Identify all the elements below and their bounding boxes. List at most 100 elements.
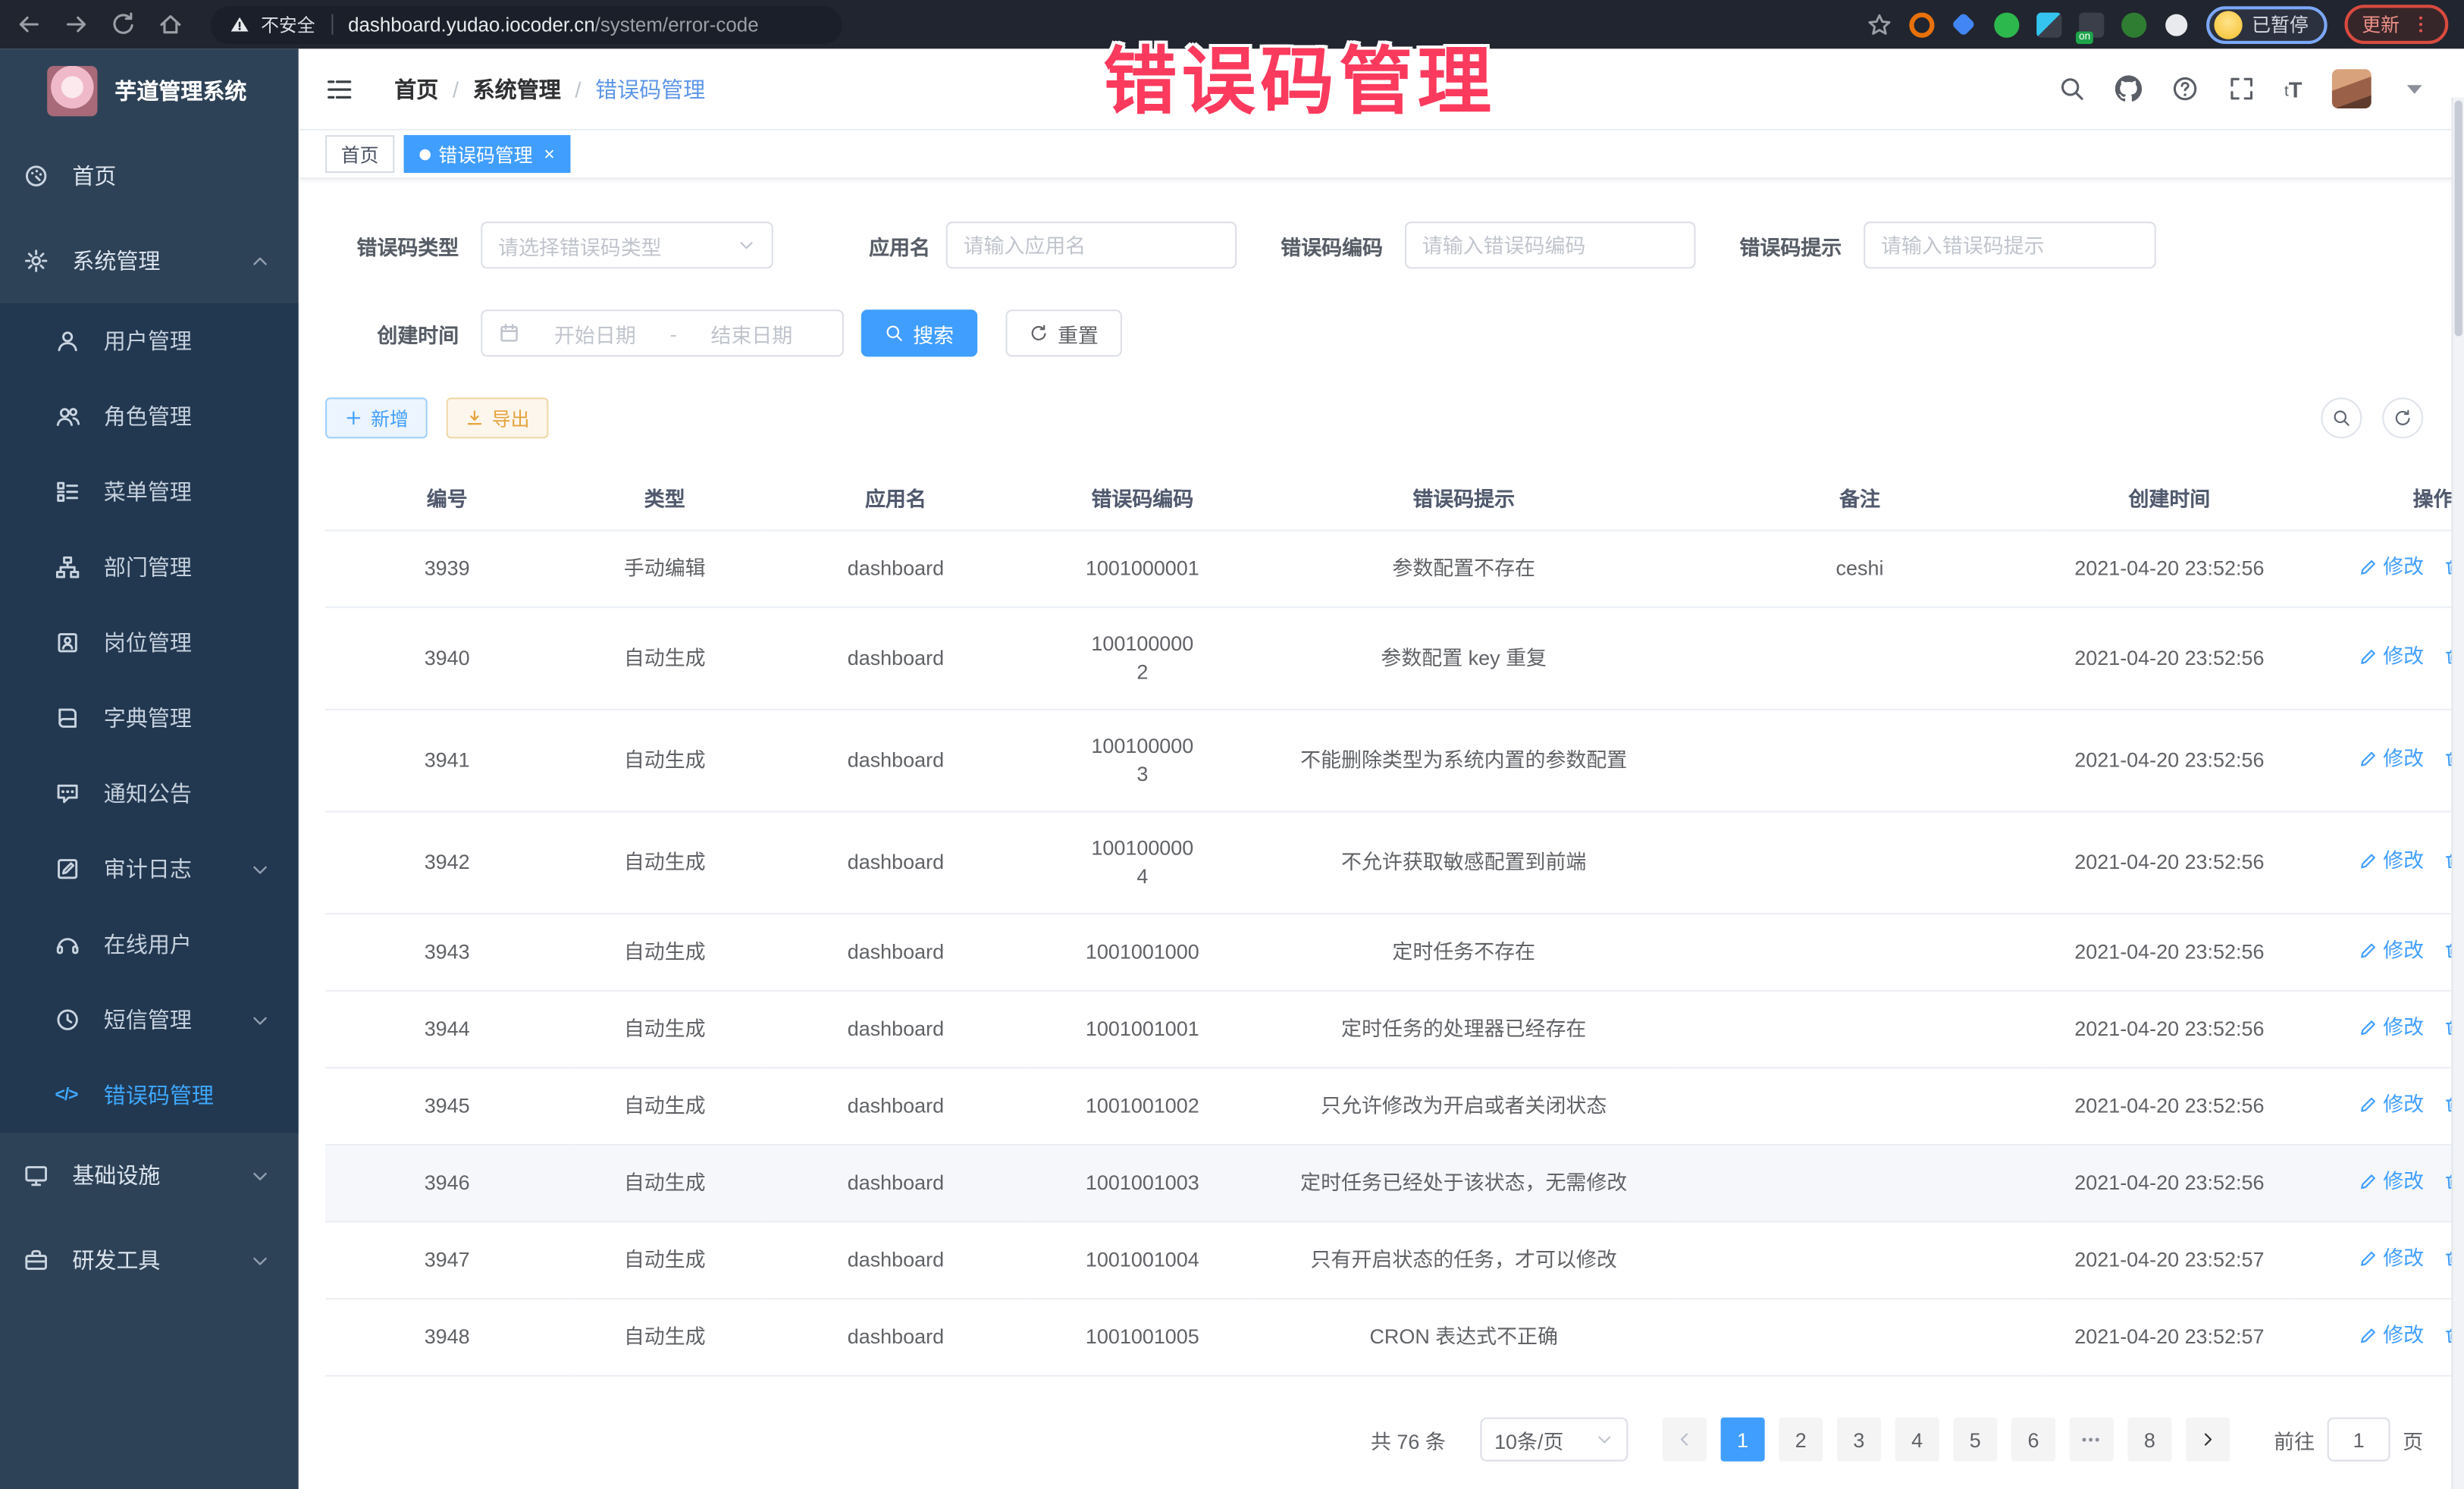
hamburger-icon[interactable] [325,74,353,102]
error-code-label: 错误码编码 [1281,230,1383,260]
sidebar-item-系统管理[interactable]: 系统管理 [0,218,299,303]
column-header: 操作 [2293,463,2464,530]
edit-link[interactable]: 修改 [2359,1014,2424,1042]
page-button-1[interactable]: 1 [1721,1418,1765,1462]
breadcrumb-item[interactable]: 首页 [394,73,438,104]
sidebar-item-岗位管理[interactable]: 岗位管理 [0,605,299,680]
edit-link[interactable]: 修改 [2359,1168,2424,1196]
sidebar-item-审计日志[interactable]: 审计日志 [0,831,299,906]
edit-link[interactable]: 修改 [2359,553,2424,581]
sidebar-item-角色管理[interactable]: 角色管理 [0,379,299,454]
extension-icon[interactable] [1909,12,1934,37]
error-type-select[interactable]: 请选择错误码类型 [481,221,773,268]
total-count: 共 76 条 [1371,1425,1446,1454]
table-cell: 定时任务的处理器已经存在 [1254,991,1673,1068]
fullscreen-icon[interactable] [2227,75,2254,102]
sidebar-item-菜单管理[interactable]: 菜单管理 [0,454,299,529]
page-button-3[interactable]: 3 [1837,1418,1881,1462]
search-button[interactable]: 搜索 [861,309,977,356]
chevron-down-icon [737,236,756,255]
edit-link[interactable]: 修改 [2359,1245,2424,1273]
extension-icon[interactable] [2036,12,2061,37]
table-cell: 2021-04-20 23:52:56 [2046,812,2293,914]
update-button[interactable]: 更新 [2344,5,2448,44]
help-icon[interactable] [2171,75,2198,102]
github-icon[interactable] [2114,75,2141,102]
profile-button[interactable]: 已暂停 [2206,5,2328,43]
date-range-picker[interactable]: 开始日期 - 结束日期 [481,309,844,356]
main-area: 首页 / 系统管理 / 错误码管理 tT 首页错误码管理× [299,49,2464,1489]
page-button-2[interactable]: 2 [1779,1418,1823,1462]
table-row: 3945自动生成dashboard1001001002只允许修改为开启或者关闭状… [325,1067,2464,1145]
pencil-icon [2359,942,2378,961]
back-icon[interactable] [16,11,42,38]
home-icon[interactable] [157,11,183,38]
table-cell [1673,710,2045,812]
sidebar-item-部门管理[interactable]: 部门管理 [0,529,299,604]
sidebar-item-错误码管理[interactable]: </>错误码管理 [0,1058,299,1133]
table-cell: 2021-04-20 23:52:56 [2046,991,2293,1068]
bookmark-star-icon[interactable] [1867,12,1892,37]
edit-link[interactable]: 修改 [2359,643,2424,671]
page-button-4[interactable]: 4 [1895,1418,1939,1462]
table-cell: 自动生成 [569,1222,760,1299]
sidebar-item-在线用户[interactable]: 在线用户 [0,907,299,982]
sidebar-item-用户管理[interactable]: 用户管理 [0,303,299,378]
extension-icon[interactable] [1994,12,2019,37]
prev-page-button[interactable] [1663,1418,1707,1462]
page-button-8[interactable]: 8 [2127,1418,2171,1462]
tab-错误码管理[interactable]: 错误码管理× [404,135,571,173]
dots-vertical-icon[interactable] [2411,14,2431,35]
app-logo[interactable]: 芋道管理系统 [0,49,299,133]
browser-chrome: 不安全 dashboard.yudao.iocoder.cn/system/er… [0,0,2464,49]
book-icon [55,706,80,731]
edit-link[interactable]: 修改 [2359,847,2424,875]
next-page-button[interactable] [2186,1418,2230,1462]
online-icon [55,932,80,957]
search-icon[interactable] [2058,75,2085,102]
page-size-select[interactable]: 10条/页 [1480,1418,1628,1462]
table-cell: 1001001005 [1031,1299,1254,1376]
pager-ellipsis[interactable]: ••• [2070,1418,2114,1462]
sidebar-item-通知公告[interactable]: 通知公告 [0,756,299,831]
search-icon [2332,409,2351,428]
add-button[interactable]: 新增 [325,397,428,438]
reload-icon[interactable] [110,11,136,38]
sidebar-item-label: 部门管理 [104,552,192,583]
edit-link[interactable]: 修改 [2359,1090,2424,1118]
edit-link[interactable]: 修改 [2359,1321,2424,1350]
scrollbar-thumb[interactable] [2455,101,2462,337]
user-avatar[interactable] [2332,69,2372,108]
page-button-5[interactable]: 5 [1953,1418,1997,1462]
sidebar-item-字典管理[interactable]: 字典管理 [0,680,299,755]
font-size-icon[interactable]: tT [2284,78,2303,100]
caret-down-icon[interactable] [2401,75,2428,102]
reset-button[interactable]: 重置 [1006,309,1122,356]
sidebar-item-短信管理[interactable]: 短信管理 [0,982,299,1057]
edit-link[interactable]: 修改 [2359,744,2424,773]
error-msg-input[interactable] [1864,221,2156,268]
sidebar-item-首页[interactable]: 首页 [0,133,299,218]
error-code-input[interactable] [1405,221,1695,268]
address-bar[interactable]: 不安全 dashboard.yudao.iocoder.cn/system/er… [211,5,842,43]
tab-首页[interactable]: 首页 [325,135,394,173]
table-cell: 自动生成 [569,607,760,710]
forward-icon[interactable] [63,11,89,38]
page-scrollbar[interactable] [2451,98,2464,1489]
breadcrumb-item[interactable]: 系统管理 [473,73,561,104]
goto-page-input[interactable] [2328,1418,2390,1462]
extension-icon[interactable] [1951,12,1977,37]
refresh-table-button[interactable] [2382,397,2423,438]
close-icon[interactable]: × [544,143,555,165]
toggle-search-button[interactable] [2321,397,2362,438]
extension-icon[interactable] [2121,12,2146,37]
table-cell: 定时任务已经处于该状态，无需修改 [1254,1145,1673,1222]
app-name-input[interactable] [946,221,1237,268]
extension-icon[interactable]: on [2079,12,2104,37]
sidebar-item-研发工具[interactable]: 研发工具 [0,1218,299,1302]
export-button[interactable]: 导出 [447,397,549,438]
page-button-6[interactable]: 6 [2011,1418,2055,1462]
puzzle-extensions-icon[interactable] [2165,14,2187,36]
edit-link[interactable]: 修改 [2359,936,2424,964]
sidebar-item-基础设施[interactable]: 基础设施 [0,1133,299,1218]
